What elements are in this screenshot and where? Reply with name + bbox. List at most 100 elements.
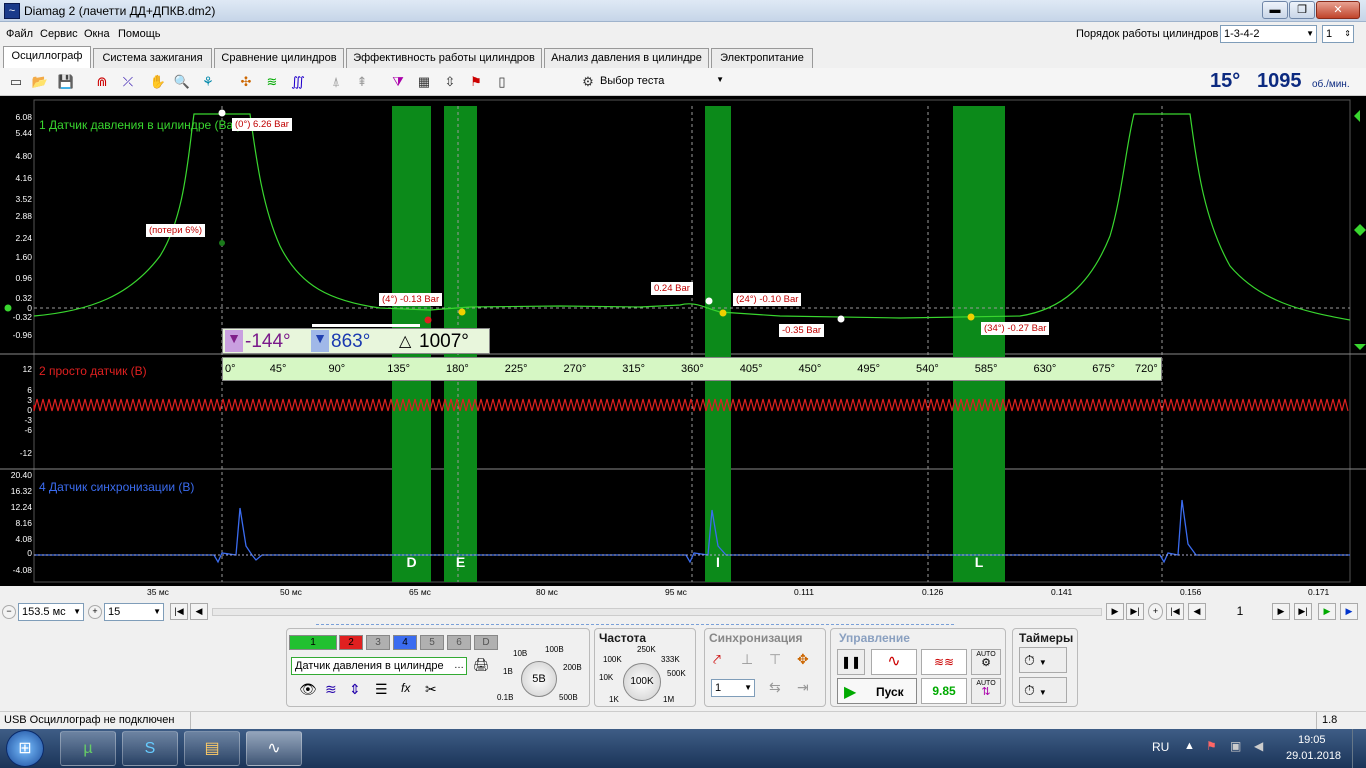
tools-icon[interactable]: ✂ <box>425 681 437 698</box>
tray-arrow-icon[interactable]: ▲ <box>1184 740 1195 752</box>
sync-auto-icon[interactable]: ✥ <box>797 651 809 668</box>
filter-icon[interactable]: ✣ <box>236 72 256 92</box>
waveform-icon[interactable]: ≋ <box>325 681 337 698</box>
page-next-button[interactable]: ▶ <box>1272 603 1290 620</box>
horizontal-scrollbar[interactable] <box>212 608 1102 616</box>
volume-icon[interactable]: ◀ <box>1254 739 1263 753</box>
last-page-button[interactable]: ▶| <box>1126 603 1144 620</box>
menu-windows[interactable]: Окна <box>84 28 110 40</box>
timer-1-button[interactable]: ⏱ ▼ <box>1019 647 1067 673</box>
play-icon[interactable]: ▶ <box>1318 603 1336 620</box>
zoom-out-icon[interactable]: − <box>2 605 16 619</box>
scale-icon[interactable]: ⇕ <box>349 681 361 698</box>
firing-order-value: 1-3-4-2 <box>1224 28 1260 40</box>
channel-4-button[interactable]: 4 <box>393 635 417 650</box>
lines-icon[interactable]: ☰ <box>375 681 388 698</box>
diamag-taskbar-icon[interactable]: ∿ <box>246 731 302 766</box>
tab-oscilloscope[interactable]: Осциллограф <box>3 46 91 68</box>
next-button[interactable]: ▶ <box>1106 603 1124 620</box>
skype-icon[interactable]: S <box>122 731 178 766</box>
menu-file[interactable]: Файл <box>6 28 33 40</box>
page-prev-button[interactable]: ◀ <box>1188 603 1206 620</box>
sync-channel-select[interactable]: 1 ▼ <box>711 679 755 697</box>
tab-cylinder-compare[interactable]: Сравнение цилиндров <box>214 48 344 68</box>
grid-icon[interactable]: ▦ <box>414 72 434 92</box>
cursor-filter-icon[interactable]: ⧩ <box>388 72 408 92</box>
tab-ignition[interactable]: Система зажигания <box>93 48 212 68</box>
open-folder-icon[interactable]: 📂 <box>30 72 50 92</box>
flag-tray-icon[interactable]: ⚑ <box>1206 739 1217 753</box>
play-blue-icon[interactable]: ▶ <box>1340 603 1358 620</box>
noise-wave-icon[interactable]: ≋≋ <box>921 649 967 675</box>
timer-2-button[interactable]: ⏱ ▼ <box>1019 677 1067 703</box>
cylinder-spinner[interactable]: 1 ⇕ <box>1322 25 1354 43</box>
channel-2-button[interactable]: 2 <box>339 635 363 650</box>
maximize-button[interactable]: ❐ <box>1289 1 1315 19</box>
language-indicator[interactable]: RU <box>1152 740 1169 754</box>
page-last-button[interactable]: ▶| <box>1294 603 1312 620</box>
channel-3-button[interactable]: 3 <box>366 635 390 650</box>
menu-service[interactable]: Сервис <box>40 28 78 40</box>
marker-zero-icon[interactable]: ⇞ <box>352 72 372 92</box>
start-button[interactable]: ▶ Пуск <box>837 678 917 704</box>
menu-help[interactable]: Помощь <box>118 28 161 40</box>
eye-icon[interactable]: 👁 <box>299 681 317 698</box>
rpm-unit: об./мин. <box>1312 79 1350 90</box>
add-icon[interactable]: + <box>1148 603 1163 620</box>
function-icon[interactable]: fx <box>401 681 410 695</box>
tab-pressure-analysis[interactable]: Анализ давления в цилиндре <box>544 48 709 68</box>
channel-name-field[interactable]: Датчик давления в цилиндре… <box>291 657 467 675</box>
channel-d-button[interactable]: D <box>474 635 498 650</box>
flag-icon[interactable]: ⚑ <box>466 72 486 92</box>
sine-wave-icon[interactable]: ∿ <box>871 649 917 675</box>
scale-knob[interactable]: 10В 100В 1В 200В 0.1В 500В 5В <box>497 637 587 705</box>
overlay-icon[interactable]: ∭ <box>288 72 308 92</box>
sensor-icon[interactable]: 🖨 <box>473 657 490 673</box>
timebase-select[interactable]: 153.5 мс ▼ <box>18 603 84 621</box>
status-divider <box>1316 712 1317 729</box>
scale-label: 500В <box>559 693 578 702</box>
tab-efficiency[interactable]: Эффективность работы цилиндров <box>346 48 542 68</box>
tab-power[interactable]: Электропитание <box>711 48 813 68</box>
page-first-button[interactable]: |◀ <box>1166 603 1184 620</box>
zoom-icon[interactable]: 🔍 <box>172 72 192 92</box>
explorer-icon[interactable]: ▤ <box>184 731 240 766</box>
firing-order-select[interactable]: 1-3-4-2 ▼ <box>1220 25 1317 43</box>
sync-swap-icon[interactable]: ⇆ <box>769 679 781 696</box>
trigger-icon[interactable]: ⋒ <box>92 72 112 92</box>
channel-5-button[interactable]: 5 <box>420 635 444 650</box>
channel-6-button[interactable]: 6 <box>447 635 471 650</box>
pause-icon[interactable]: ❚❚ <box>837 649 865 675</box>
cursor-measure-icon[interactable]: ⤫ <box>118 72 138 92</box>
sync-down-icon[interactable]: ⊤ <box>769 651 781 668</box>
utorrent-icon[interactable]: µ <box>60 731 116 766</box>
first-page-button[interactable]: |◀ <box>170 603 188 620</box>
tree-icon[interactable]: ⚘ <box>198 72 218 92</box>
prev-button[interactable]: ◀ <box>190 603 208 620</box>
network-icon[interactable]: ▣ <box>1230 739 1241 753</box>
start-menu-icon[interactable]: ⊞ <box>6 730 44 767</box>
sync-up-icon[interactable]: ⊥ <box>741 651 753 668</box>
rising-edge-icon[interactable]: ⤤ <box>713 651 721 668</box>
zoom-select[interactable]: 15 ▼ <box>104 603 164 621</box>
auto-icon[interactable]: ⍋ <box>326 72 346 92</box>
auto-scale-button[interactable]: AUTO ⇅ <box>971 678 1001 704</box>
minimize-button[interactable]: ▬ <box>1262 1 1288 19</box>
show-desktop-button[interactable] <box>1352 729 1366 768</box>
document-icon[interactable]: ▯ <box>492 72 512 92</box>
waves-icon[interactable]: ≋ <box>262 72 282 92</box>
sync-merge-icon[interactable]: ⇥ <box>797 679 809 696</box>
oscilloscope-display[interactable]: 6.08 5.44 4.80 4.16 3.52 2.88 2.24 1.60 … <box>0 96 1366 586</box>
auto-sync-button[interactable]: AUTO ⚙ <box>971 649 1001 675</box>
channel-1-button[interactable]: 1 <box>289 635 337 650</box>
test-select[interactable]: Выбор теста ▼ <box>600 75 728 91</box>
split-icon[interactable]: ⇳ <box>440 72 460 92</box>
frequency-knob[interactable]: 100K <box>623 663 661 701</box>
window-title: Diamag 2 (лачетти ДД+ДПКВ.dm2) <box>24 4 216 18</box>
hand-icon[interactable]: ✋ <box>148 72 168 92</box>
zoom-in-icon[interactable]: + <box>88 605 102 619</box>
save-icon[interactable]: 💾 <box>56 72 76 92</box>
threshold-value[interactable]: 9.85 <box>921 678 967 704</box>
new-file-icon[interactable]: ▭ <box>6 72 26 92</box>
close-button[interactable]: ✕ <box>1316 1 1360 19</box>
